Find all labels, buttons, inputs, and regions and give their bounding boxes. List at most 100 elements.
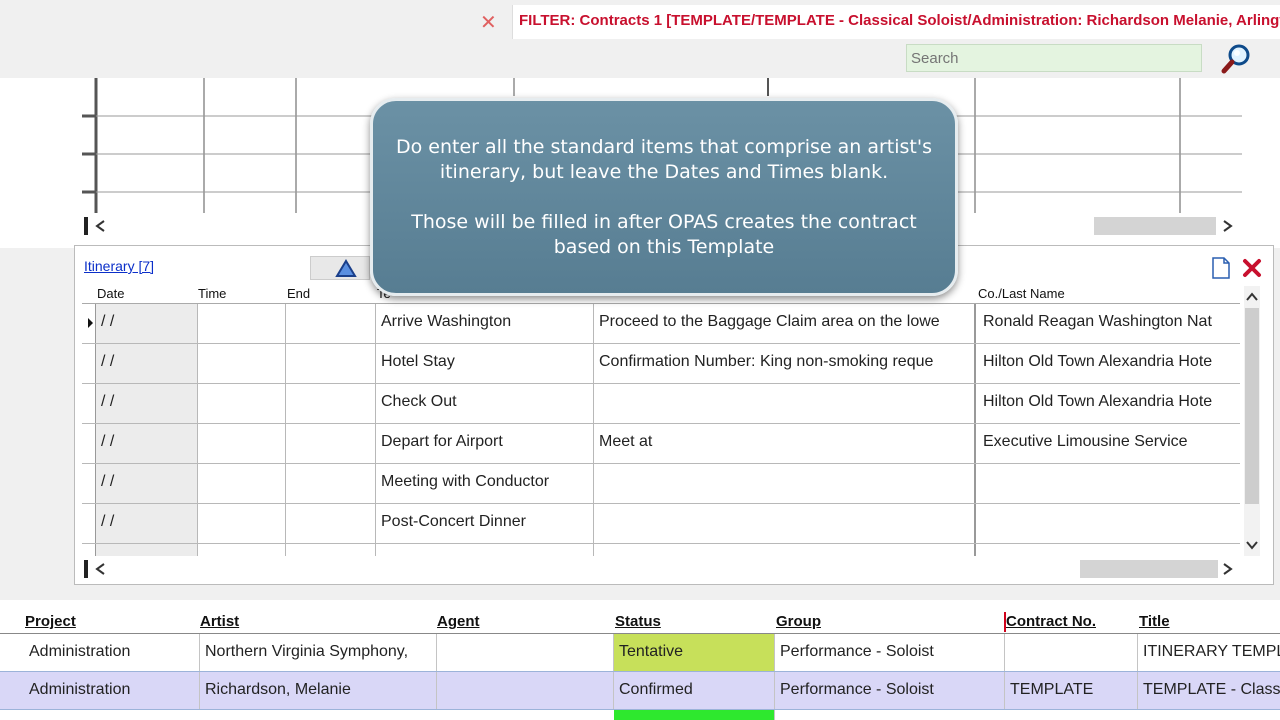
company-cell[interactable]: Hilton Old Town Alexandria Hote (978, 344, 1240, 383)
column-header-date[interactable]: Date (97, 286, 124, 301)
column-header-agent[interactable]: Agent (437, 613, 480, 630)
tab-itinerary[interactable]: Itinerary [7] (84, 258, 154, 274)
time-cell[interactable] (198, 464, 286, 503)
end-cell[interactable] (286, 384, 376, 423)
group-cell[interactable]: Performance - Soloist (775, 634, 1005, 671)
delete-button[interactable] (1240, 256, 1264, 280)
company-cell[interactable] (978, 544, 1240, 556)
itinerary-horizontal-scrollbar[interactable] (84, 557, 1240, 581)
column-header-time[interactable]: Time (198, 286, 226, 301)
row-selector-icon[interactable] (82, 304, 96, 343)
text-cell[interactable]: Depart for Airport (376, 424, 594, 463)
column-header-artist[interactable]: Artist (200, 613, 239, 630)
sort-ascending-button[interactable] (310, 256, 370, 280)
artist-cell[interactable]: Northern Virginia Symphony, (200, 634, 437, 671)
notes-cell[interactable] (594, 504, 976, 543)
status-cell[interactable]: Tentative (614, 634, 775, 671)
row-selector[interactable] (82, 504, 96, 543)
text-cell[interactable] (376, 544, 594, 556)
table-row[interactable]: / / Check Out Hilton Old Town Alexandria… (82, 384, 1240, 424)
row-selector[interactable] (82, 464, 96, 503)
title-cell[interactable]: TEMPLATE - Classi (1138, 672, 1280, 709)
column-header-end[interactable]: End (287, 286, 310, 301)
notes-cell[interactable] (594, 464, 976, 503)
agent-cell[interactable] (437, 634, 614, 671)
table-row[interactable]: / / Meeting with Conductor (82, 464, 1240, 504)
row-selector[interactable] (82, 544, 96, 556)
notes-cell[interactable]: Proceed to the Baggage Claim area on the… (594, 304, 976, 343)
date-cell[interactable]: / / (96, 384, 198, 423)
end-cell[interactable] (286, 304, 376, 343)
date-cell[interactable]: / / (96, 504, 198, 543)
text-cell[interactable]: Hotel Stay (376, 344, 594, 383)
date-cell[interactable]: / / (96, 424, 198, 463)
table-row[interactable]: / / Arrive Washington Proceed to the Bag… (82, 304, 1240, 344)
company-cell[interactable]: Ronald Reagan Washington Nat (978, 304, 1240, 343)
new-document-button[interactable] (1208, 256, 1234, 280)
contract-no-cell[interactable] (1005, 634, 1138, 671)
status-cell[interactable]: Confirmed (614, 672, 775, 709)
column-header-status[interactable]: Status (615, 613, 661, 630)
column-divider (1004, 612, 1006, 632)
time-cell[interactable] (198, 344, 286, 383)
group-cell[interactable]: Performance - Soloist (775, 672, 1005, 709)
text-cell[interactable]: Post-Concert Dinner (376, 504, 594, 543)
time-cell[interactable] (198, 304, 286, 343)
company-cell[interactable]: Hilton Old Town Alexandria Hote (978, 384, 1240, 423)
company-cell[interactable] (978, 504, 1240, 543)
notes-cell[interactable]: Confirmation Number: King non-smoking re… (594, 344, 976, 383)
project-cell[interactable]: Administration (24, 634, 200, 671)
magnifier-icon[interactable] (1220, 42, 1254, 76)
contract-no-cell[interactable]: TEMPLATE (1005, 672, 1138, 709)
column-header-company[interactable]: Co./Last Name (978, 286, 1065, 301)
table-row-selected[interactable]: Administration Richardson, Melanie Confi… (0, 672, 1280, 710)
time-cell[interactable] (198, 544, 286, 556)
column-header-group[interactable]: Group (776, 613, 821, 630)
status-cell[interactable] (614, 710, 775, 720)
agent-cell[interactable] (437, 672, 614, 709)
text-cell[interactable]: Meeting with Conductor (376, 464, 594, 503)
text-cell[interactable]: Check Out (376, 384, 594, 423)
date-cell[interactable]: / / (96, 304, 198, 343)
table-row[interactable]: / / Post-Concert Dinner (82, 504, 1240, 544)
itinerary-grid: / / Arrive Washington Proceed to the Bag… (82, 304, 1240, 556)
title-cell[interactable]: ITINERARY TEMPLA (1138, 634, 1280, 671)
company-cell[interactable]: Executive Limousine Service (978, 424, 1240, 463)
time-cell[interactable] (198, 424, 286, 463)
project-cell[interactable]: Administration (24, 672, 200, 709)
table-row[interactable] (0, 710, 1280, 720)
end-cell[interactable] (286, 504, 376, 543)
notes-cell[interactable] (594, 384, 976, 423)
column-header-title[interactable]: Title (1139, 613, 1170, 630)
triangle-up-icon (335, 259, 357, 277)
notes-cell[interactable]: Meet at (594, 424, 976, 463)
time-cell[interactable] (198, 504, 286, 543)
artist-cell[interactable]: Richardson, Melanie (200, 672, 437, 709)
date-cell[interactable]: / / (96, 464, 198, 503)
end-cell[interactable] (286, 344, 376, 383)
contracts-header: Project Artist Agent Status Group Contra… (0, 610, 1280, 634)
company-cell[interactable] (978, 464, 1240, 503)
end-cell[interactable] (286, 424, 376, 463)
itinerary-vertical-scrollbar[interactable] (1240, 286, 1264, 556)
date-cell[interactable] (96, 544, 198, 556)
new-document-icon (1212, 257, 1230, 279)
time-cell[interactable] (198, 384, 286, 423)
text-cell[interactable]: Arrive Washington (376, 304, 594, 343)
end-cell[interactable] (286, 544, 376, 556)
table-row[interactable] (82, 544, 1240, 556)
column-header-project[interactable]: Project (25, 613, 76, 630)
date-cell[interactable]: / / (96, 344, 198, 383)
table-row[interactable]: / / Hotel Stay Confirmation Number: King… (82, 344, 1240, 384)
search-input[interactable] (906, 44, 1202, 72)
close-icon[interactable]: ✕ (480, 10, 497, 34)
column-header-contract-no[interactable]: Contract No. (1006, 613, 1096, 630)
row-selector[interactable] (82, 344, 96, 383)
end-cell[interactable] (286, 464, 376, 503)
filter-bar: ✕ FILTER: Contracts 1 [TEMPLATE/TEMPLATE… (0, 0, 1280, 78)
row-selector[interactable] (82, 424, 96, 463)
row-selector[interactable] (82, 384, 96, 423)
table-row[interactable]: Administration Northern Virginia Symphon… (0, 634, 1280, 672)
notes-cell[interactable] (594, 544, 976, 556)
table-row[interactable]: / / Depart for Airport Meet at Executive… (82, 424, 1240, 464)
